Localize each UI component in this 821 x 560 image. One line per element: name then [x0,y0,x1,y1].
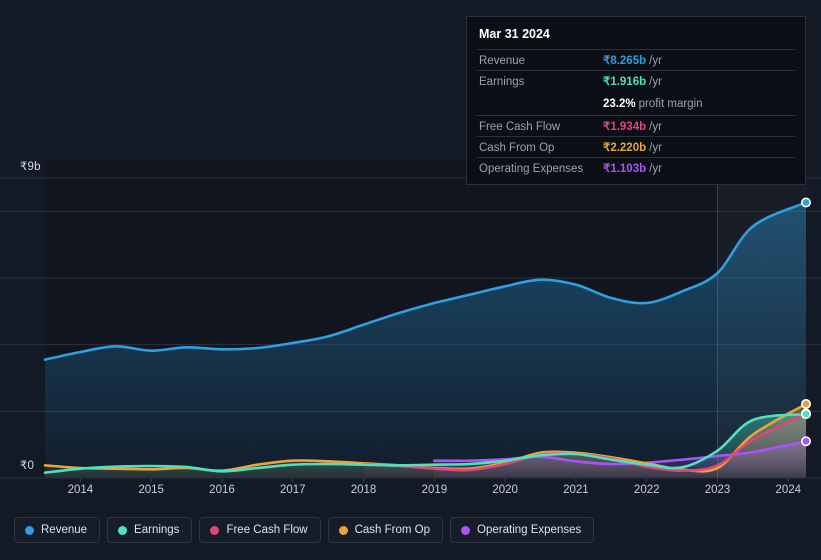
legend-item-revenue[interactable]: Revenue [14,517,101,543]
tooltip-row: Cash From Op ₹2.220b/yr [477,136,795,157]
tooltip-metric-unit: /yr [649,163,662,175]
tooltip-metric-value: ₹1.934b/yr [603,121,662,133]
tooltip-metric-value: ₹2.220b/yr [603,142,662,154]
legend-item-earnings[interactable]: Earnings [107,517,193,543]
tooltip-metric-label: Cash From Op [479,142,555,154]
profit-margin-value: 23.2% [603,98,636,110]
tooltip-date: Mar 31 2024 [479,27,550,41]
x-axis-label-2021: 2021 [563,484,589,496]
legend-label: Revenue [41,524,88,536]
tooltip-metric-unit: /yr [649,55,662,67]
x-axis-label-2023: 2023 [704,484,731,496]
profit-margin-label: profit margin [638,98,703,110]
tooltip-metric-unit: /yr [649,142,662,154]
tooltip-row: Operating Expenses ₹1.103b/yr [477,157,795,178]
endpoint-marker-operating-expenses[interactable] [800,436,811,447]
x-axis-label-2022: 2022 [633,484,660,496]
x-axis-label-2018: 2018 [350,484,377,496]
legend-item-cash-from-op[interactable]: Cash From Op [327,517,444,543]
endpoint-marker-revenue[interactable] [800,197,811,208]
tooltip-profit-margin: 23.2% profit margin [603,94,703,112]
tooltip-metric-label: Earnings [479,76,525,88]
x-axis-label-2019: 2019 [421,484,448,496]
legend-label: Operating Expenses [477,524,582,536]
tooltip-row: Revenue ₹8.265b/yr [477,49,795,70]
legend-color-dot [210,525,220,535]
legend-label: Earnings [134,524,180,536]
endpoint-marker-earnings[interactable] [800,409,811,420]
x-axis-label-2015: 2015 [138,484,164,496]
x-axis-label-2014: 2014 [67,484,94,496]
legend-item-free-cash-flow[interactable]: Free Cash Flow [199,517,321,543]
y-axis-label-max: ₹9b [20,161,41,173]
financial-performance-chart: ₹9b ₹0 2014 2015 2016 2017 2018 2019 2020 2021 2… [0,0,821,560]
tooltip-metric-value: ₹8.265b/yr [603,55,662,67]
endpoint-marker-cash-from-op[interactable] [800,398,811,409]
tooltip-metric-label: Free Cash Flow [479,121,561,133]
x-axis-label-2017: 2017 [279,484,306,496]
legend-color-dot [338,525,348,535]
x-axis-label-2020: 2020 [492,484,518,496]
legend-color-dot [25,525,34,535]
tooltip-profit-margin-row: 23.2% profit margin [477,91,795,115]
tooltip-metric-value: ₹1.916b/yr [603,76,662,88]
x-axis-label-2024: 2024 [775,484,802,496]
y-axis-label-zero: ₹0 [20,460,35,472]
tooltip-row: Free Cash Flow ₹1.934b/yr [477,115,795,136]
tooltip-metric-label: Operating Expenses [479,163,584,175]
data-tooltip: Mar 31 2024 Revenue ₹8.265b/yr Earnings ₹1.… [466,16,806,185]
tooltip-metric-unit: /yr [649,121,662,133]
legend-label: Free Cash Flow [226,524,308,536]
chart-legend: Revenue Earnings Free Cash Flow Cash From O… [14,517,595,543]
legend-color-dot [118,525,128,535]
x-axis: 2014 2015 2016 2017 2018 2019 2020 2021 2022 2023… [0,484,821,504]
tooltip-metric-unit: /yr [649,76,662,88]
legend-item-operating-expenses[interactable]: Operating Expenses [450,517,595,543]
tooltip-rows: Revenue ₹8.265b/yr Earnings ₹1.916b/yr 23.2%… [477,49,795,178]
tooltip-metric-label: Revenue [479,55,526,67]
tooltip-metric-value: ₹1.103b/yr [603,163,662,175]
legend-color-dot [461,525,471,535]
legend-label: Cash From Op [354,524,431,536]
tooltip-row: Earnings ₹1.916b/yr [477,70,795,91]
x-axis-label-2016: 2016 [209,484,235,496]
